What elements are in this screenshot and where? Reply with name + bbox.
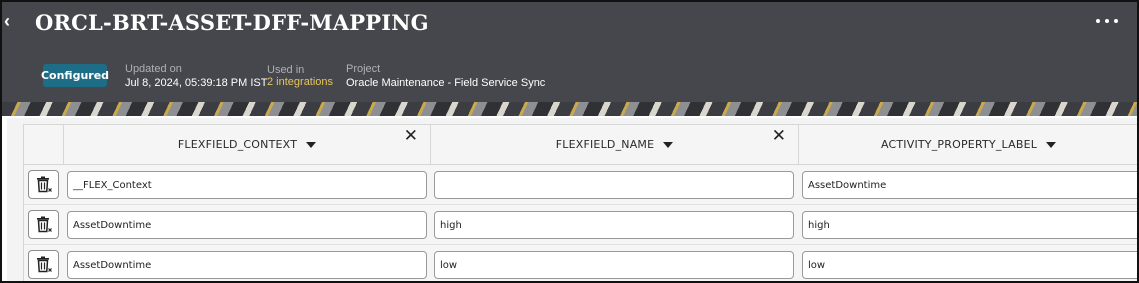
column-header-activity-property-label: ACTIVITY_PROPERTY_LABEL: [799, 125, 1137, 165]
column-label: ACTIVITY_PROPERTY_LABEL: [880, 138, 1038, 151]
sort-dropdown-icon[interactable]: [306, 141, 317, 148]
status-badge: Configured: [41, 64, 109, 87]
column-header-flexfield-name: FLEXFIELD_NAME ✕: [431, 125, 799, 165]
used-in-link[interactable]: 2 integrations: [267, 76, 333, 88]
flexfield-name-input[interactable]: high: [434, 211, 794, 239]
more-options-icon[interactable]: [1096, 11, 1118, 31]
back-arrow-icon[interactable]: ‹: [4, 10, 18, 32]
page-header: ‹ ORCL-BRT-ASSET-DFF-MAPPING Configured …: [2, 2, 1137, 114]
column-header-flexfield-context: FLEXFIELD_CONTEXT ✕: [64, 125, 431, 165]
used-in-label: Used in: [267, 64, 305, 76]
activity-property-label-input[interactable]: high: [802, 211, 1137, 239]
mapping-table-area: FLEXFIELD_CONTEXT ✕ FLEXFIELD_NAME ✕ ACT…: [7, 116, 1137, 281]
project-value: Oracle Maintenance - Field Service Sync: [346, 77, 546, 89]
header-banner-image: [2, 102, 1137, 116]
updated-value: Jul 8, 2024, 05:39:18 PM IST: [125, 77, 268, 89]
trash-icon: [36, 176, 52, 193]
delete-row-button[interactable]: [28, 250, 59, 279]
page-title: ORCL-BRT-ASSET-DFF-MAPPING: [35, 10, 429, 35]
delete-row-button[interactable]: [28, 210, 59, 239]
project-label: Project: [346, 63, 381, 75]
flexfield-name-input[interactable]: [434, 171, 794, 199]
delete-row-button[interactable]: [28, 170, 59, 199]
activity-property-label-input[interactable]: low: [802, 251, 1137, 279]
mapping-table: FLEXFIELD_CONTEXT ✕ FLEXFIELD_NAME ✕ ACT…: [23, 124, 1137, 281]
column-label: FLEXFIELD_CONTEXT: [177, 138, 298, 151]
flexfield-context-input[interactable]: __FLEX_Context: [67, 171, 427, 199]
trash-icon: [36, 256, 52, 273]
action-column-header: [24, 125, 64, 165]
table-row: AssetDowntime high high: [24, 205, 1137, 245]
updated-label: Updated on: [125, 63, 182, 75]
app-window: ‹ ORCL-BRT-ASSET-DFF-MAPPING Configured …: [0, 0, 1139, 283]
activity-property-label-input[interactable]: AssetDowntime: [802, 171, 1137, 199]
close-column-icon[interactable]: ✕: [404, 127, 418, 145]
column-label: FLEXFIELD_NAME: [555, 138, 655, 151]
table-row: AssetDowntime low low: [24, 245, 1137, 281]
trash-icon: [36, 216, 52, 233]
flexfield-context-input[interactable]: AssetDowntime: [67, 211, 427, 239]
flexfield-context-input[interactable]: AssetDowntime: [67, 251, 427, 279]
sort-dropdown-icon[interactable]: [663, 141, 674, 148]
close-column-icon[interactable]: ✕: [772, 127, 786, 145]
flexfield-name-input[interactable]: low: [434, 251, 794, 279]
sort-dropdown-icon[interactable]: [1046, 141, 1057, 148]
table-row: __FLEX_Context AssetDowntime: [24, 165, 1137, 205]
